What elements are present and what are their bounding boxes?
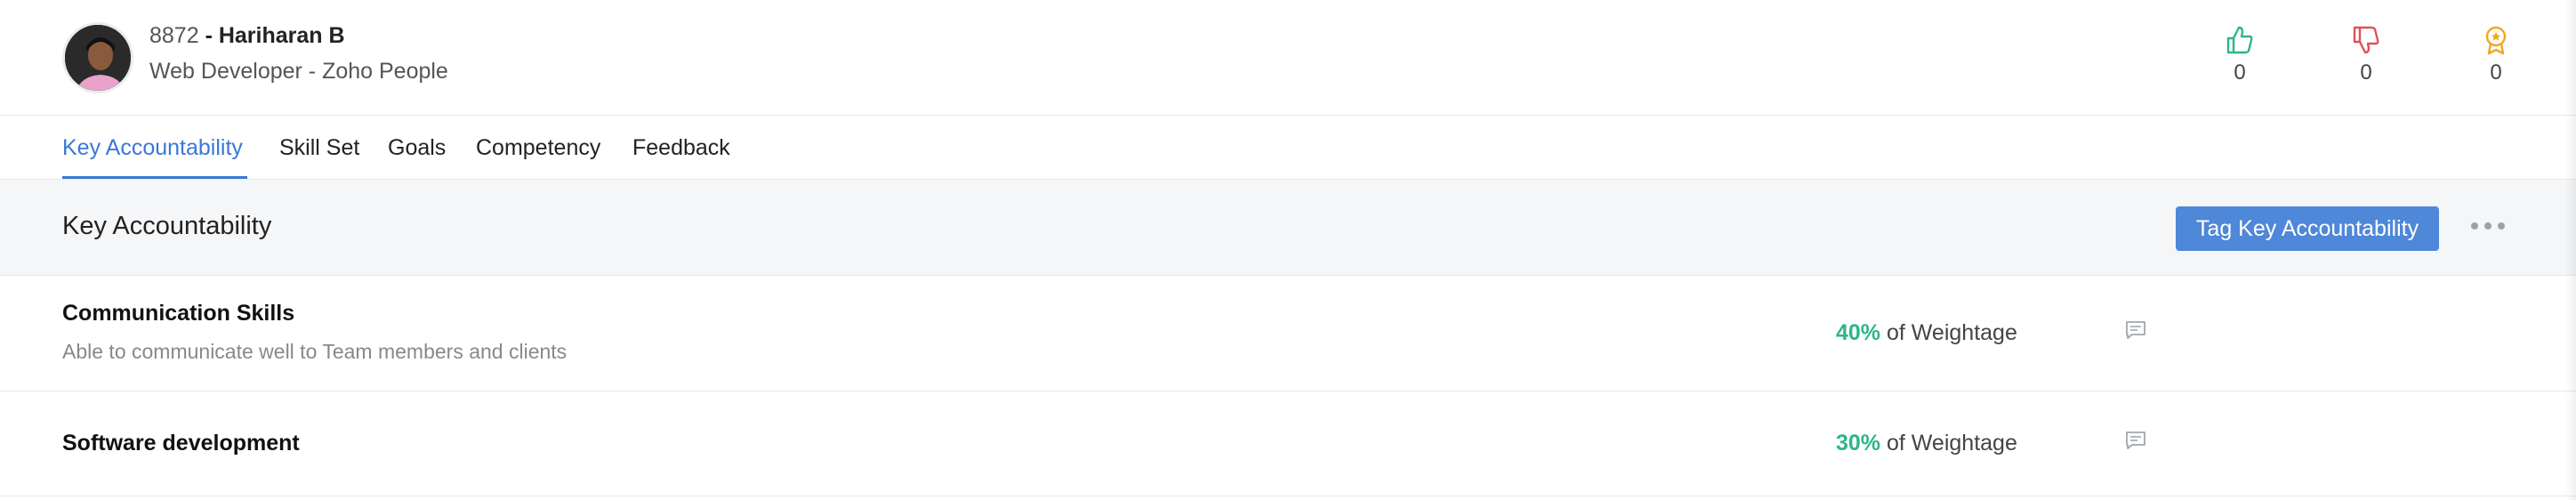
tab-key-accountability[interactable]: Key Accountability xyxy=(62,135,243,161)
thumbs-down-icon xyxy=(2353,26,2379,54)
employee-name: Hariharan B xyxy=(218,23,345,48)
weightage-label: of Weightage xyxy=(1880,320,2017,345)
page-edge-shadow xyxy=(2565,0,2576,500)
employee-id: 8872 xyxy=(149,23,199,48)
accountability-row[interactable]: Software development 30% of Weightage xyxy=(0,391,2576,496)
likes-stat[interactable]: 0 xyxy=(2213,25,2266,85)
section-title: Key Accountability xyxy=(62,212,272,240)
employee-designation: Web Developer - Zoho People xyxy=(149,59,448,84)
awards-stat[interactable]: 0 xyxy=(2469,25,2523,85)
dislikes-stat[interactable]: 0 xyxy=(2339,25,2393,85)
tab-skill-set[interactable]: Skill Set xyxy=(279,135,359,161)
weightage-percent: 40% xyxy=(1836,320,1881,345)
likes-count: 0 xyxy=(2234,60,2246,85)
accountability-title: Software development xyxy=(62,431,300,456)
employee-header: 8872 - Hariharan B Web Developer - Zoho … xyxy=(0,0,2576,116)
weightage: 30% of Weightage xyxy=(1836,431,2017,456)
active-tab-indicator xyxy=(62,176,247,179)
employee-separator: - xyxy=(198,23,219,48)
section-header: Key Accountability Tag Key Accountabilit… xyxy=(0,180,2576,276)
weightage-label: of Weightage xyxy=(1880,431,2017,456)
weightage-percent: 30% xyxy=(1836,431,1881,456)
weightage: 40% of Weightage xyxy=(1836,320,2017,346)
tab-bar: Key Accountability Skill Set Goals Compe… xyxy=(0,116,2576,180)
accountability-row[interactable]: Communication Skills Able to communicate… xyxy=(0,276,2576,391)
tab-goals[interactable]: Goals xyxy=(388,135,446,161)
thumbs-up-icon xyxy=(2226,26,2253,54)
accountability-description: Able to communicate well to Team members… xyxy=(62,340,568,363)
dislikes-count: 0 xyxy=(2360,60,2372,85)
tag-key-accountability-button[interactable]: Tag Key Accountability xyxy=(2176,206,2439,251)
employee-id-name: 8872 - Hariharan B xyxy=(149,23,345,49)
awards-count: 0 xyxy=(2490,60,2502,85)
accountability-title: Communication Skills xyxy=(62,301,295,326)
tab-competency[interactable]: Competency xyxy=(476,135,600,161)
comment-icon[interactable] xyxy=(2124,319,2147,341)
tab-feedback[interactable]: Feedback xyxy=(632,135,730,161)
more-options-icon[interactable] xyxy=(2469,214,2507,237)
avatar[interactable] xyxy=(62,22,133,93)
award-badge-icon xyxy=(2485,26,2507,55)
comment-icon[interactable] xyxy=(2124,430,2147,451)
